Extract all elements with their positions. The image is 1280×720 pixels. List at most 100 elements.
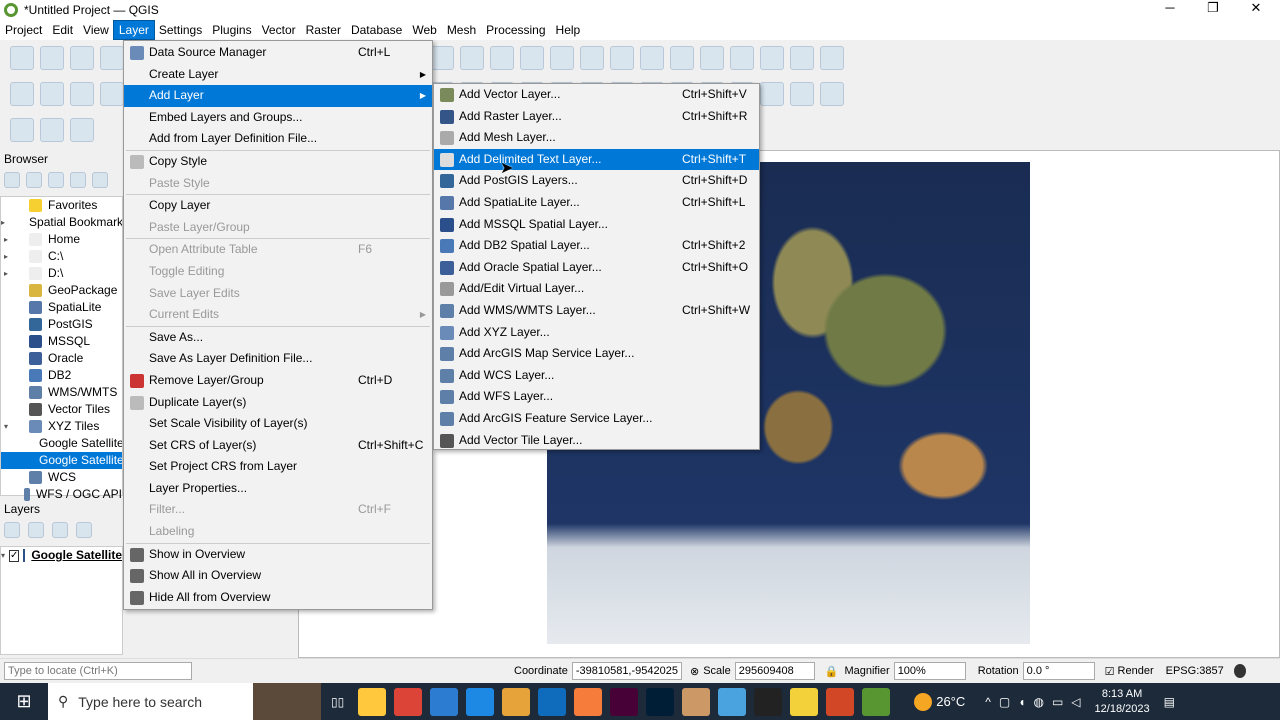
menu-item-save-as-layer-definition-file[interactable]: Save As Layer Definition File...: [124, 348, 432, 370]
menu-settings[interactable]: Settings: [154, 21, 207, 39]
crs-button[interactable]: EPSG:3857: [1166, 665, 1224, 677]
tool-button-icon[interactable]: [70, 46, 94, 70]
taskbar-app-icon[interactable]: [538, 687, 567, 716]
browser-item[interactable]: WMS/WMTS: [1, 384, 122, 401]
filter-icon[interactable]: [76, 522, 92, 538]
browser-item[interactable]: GeoPackage: [1, 282, 122, 299]
menu-view[interactable]: View: [78, 21, 114, 39]
menu-plugins[interactable]: Plugins: [207, 21, 256, 39]
tool-button-icon[interactable]: [100, 46, 124, 70]
browser-item[interactable]: ▸ Spatial Bookmarks: [1, 214, 122, 231]
visibility-icon[interactable]: [52, 522, 68, 538]
taskbar-app-icon[interactable]: [790, 687, 819, 716]
menu-item-save-layer-edits[interactable]: Save Layer Edits: [124, 283, 432, 305]
tool-button-icon[interactable]: [790, 46, 814, 70]
tool-button-icon[interactable]: [580, 46, 604, 70]
rotation-field[interactable]: 0.0 °: [1022, 662, 1095, 680]
tool-button-icon[interactable]: [70, 118, 94, 142]
menu-processing[interactable]: Processing: [481, 21, 550, 39]
expand-arrow-icon[interactable]: ▾: [1, 418, 11, 435]
menu-item-add-vector-layer[interactable]: Add Vector Layer... Ctrl+Shift+V: [434, 84, 759, 106]
menu-item-add-wms-wmts-layer[interactable]: Add WMS/WMTS Layer... Ctrl+Shift+W: [434, 300, 759, 322]
menu-raster[interactable]: Raster: [301, 21, 346, 39]
browser-item[interactable]: SpatiaLite: [1, 299, 122, 316]
menu-layer[interactable]: Layer: [112, 20, 155, 40]
browser-item[interactable]: ▾ XYZ Tiles: [1, 418, 122, 435]
magnifier-field[interactable]: 100%: [893, 662, 966, 680]
messages-icon[interactable]: [1233, 664, 1246, 678]
lock-icon[interactable]: 🔒: [825, 665, 839, 678]
tool-button-icon[interactable]: [700, 46, 724, 70]
browser-item[interactable]: MSSQL: [1, 333, 122, 350]
menu-item-show-all-in-overview[interactable]: Show All in Overview: [124, 565, 432, 587]
browser-item[interactable]: Favorites: [1, 197, 122, 214]
style-icon[interactable]: [4, 522, 20, 538]
menu-item-paste-style[interactable]: Paste Style: [124, 173, 432, 195]
menu-item-set-project-crs-from-layer[interactable]: Set Project CRS from Layer: [124, 456, 432, 478]
menu-item-paste-layer-group[interactable]: Paste Layer/Group: [124, 217, 432, 239]
menu-web[interactable]: Web: [407, 21, 441, 39]
taskbar-app-icon[interactable]: [466, 687, 495, 716]
notifications-icon[interactable]: ▤: [1164, 695, 1175, 709]
browser-item[interactable]: DB2: [1, 367, 122, 384]
weather-temp[interactable]: 26°C: [936, 694, 965, 709]
taskbar-app-icon[interactable]: [682, 687, 711, 716]
browser-item[interactable]: Google Satellite: [1, 452, 122, 469]
menu-item-show-in-overview[interactable]: Show in Overview: [124, 544, 432, 566]
clock[interactable]: 8:13 AM 12/18/2023: [1095, 687, 1150, 717]
windows-start-icon[interactable]: ⊞: [0, 691, 48, 712]
taskbar-app-icon[interactable]: [574, 687, 603, 716]
layer-item[interactable]: ▾ ✓ Google Satellite: [1, 547, 122, 564]
taskbar-app-icon[interactable]: [754, 687, 783, 716]
expand-arrow-icon[interactable]: ▸: [1, 265, 11, 282]
menu-item-set-crs-of-layer-s[interactable]: Set CRS of Layer(s) Ctrl+Shift+C: [124, 435, 432, 457]
menu-database[interactable]: Database: [346, 21, 407, 39]
minimize-button[interactable]: ─: [1150, 0, 1190, 15]
tool-button-icon[interactable]: [70, 82, 94, 106]
taskbar-app-icon[interactable]: [394, 687, 423, 716]
expand-arrow-icon[interactable]: ▾: [1, 547, 5, 564]
menu-item-add-vector-tile-layer[interactable]: Add Vector Tile Layer...: [434, 430, 759, 452]
menu-item-add-postgis-layers[interactable]: Add PostGIS Layers... Ctrl+Shift+D: [434, 170, 759, 192]
scale-field[interactable]: 295609408: [734, 662, 815, 680]
menu-help[interactable]: Help: [551, 21, 586, 39]
tool-button-icon[interactable]: [460, 46, 484, 70]
menu-item-data-source-manager[interactable]: Data Source Manager Ctrl+L: [124, 42, 432, 64]
menu-item-open-attribute-table[interactable]: Open Attribute Table F6: [124, 239, 432, 261]
menu-item-add-wfs-layer[interactable]: Add WFS Layer...: [434, 386, 759, 408]
menu-item-copy-style[interactable]: Copy Style: [124, 151, 432, 173]
filter-icon[interactable]: [48, 172, 64, 188]
menu-item-add-arcgis-feature-service-layer[interactable]: Add ArcGIS Feature Service Layer...: [434, 408, 759, 430]
menu-item-toggle-editing[interactable]: Toggle Editing: [124, 261, 432, 283]
tool-button-icon[interactable]: [790, 82, 814, 106]
menu-item-add-mssql-spatial-layer[interactable]: Add MSSQL Spatial Layer...: [434, 214, 759, 236]
menu-item-add-mesh-layer[interactable]: Add Mesh Layer...: [434, 127, 759, 149]
collapse-icon[interactable]: [70, 172, 86, 188]
menu-item-add-oracle-spatial-layer[interactable]: Add Oracle Spatial Layer... Ctrl+Shift+O: [434, 257, 759, 279]
browser-item[interactable]: Google Satellite: [1, 435, 122, 452]
browser-item[interactable]: PostGIS: [1, 316, 122, 333]
browser-item[interactable]: ▸ D:\: [1, 265, 122, 282]
menu-item-layer-properties[interactable]: Layer Properties...: [124, 478, 432, 500]
task-view-icon[interactable]: ▯▯: [331, 695, 344, 709]
browser-item[interactable]: WCS: [1, 469, 122, 486]
refresh-icon[interactable]: [26, 172, 42, 188]
taskbar-app-icon[interactable]: [430, 687, 459, 716]
menu-item-embed-layers-and-groups[interactable]: Embed Layers and Groups...: [124, 107, 432, 129]
menu-item-add-wcs-layer[interactable]: Add WCS Layer...: [434, 365, 759, 387]
tool-button-icon[interactable]: [520, 46, 544, 70]
restore-button[interactable]: ❐: [1193, 0, 1233, 16]
taskbar-search[interactable]: ⚲ Type here to search: [48, 683, 253, 720]
menu-item-add-layer[interactable]: Add Layer ▶: [124, 85, 432, 107]
menu-project[interactable]: Project: [0, 21, 47, 39]
render-checkbox[interactable]: ☑: [1105, 665, 1115, 678]
tool-button-icon[interactable]: [760, 46, 784, 70]
browser-item[interactable]: ▸ Home: [1, 231, 122, 248]
menu-item-add-spatialite-layer[interactable]: Add SpatiaLite Layer... Ctrl+Shift+L: [434, 192, 759, 214]
browser-item[interactable]: Vector Tiles: [1, 401, 122, 418]
tool-button-icon[interactable]: [760, 82, 784, 106]
menu-item-filter[interactable]: Filter... Ctrl+F: [124, 499, 432, 521]
taskbar-app-icon[interactable]: [646, 687, 675, 716]
menu-item-add-edit-virtual-layer[interactable]: Add/Edit Virtual Layer...: [434, 278, 759, 300]
system-tray-icons[interactable]: ^▢◖◍▭◁: [985, 695, 1088, 709]
